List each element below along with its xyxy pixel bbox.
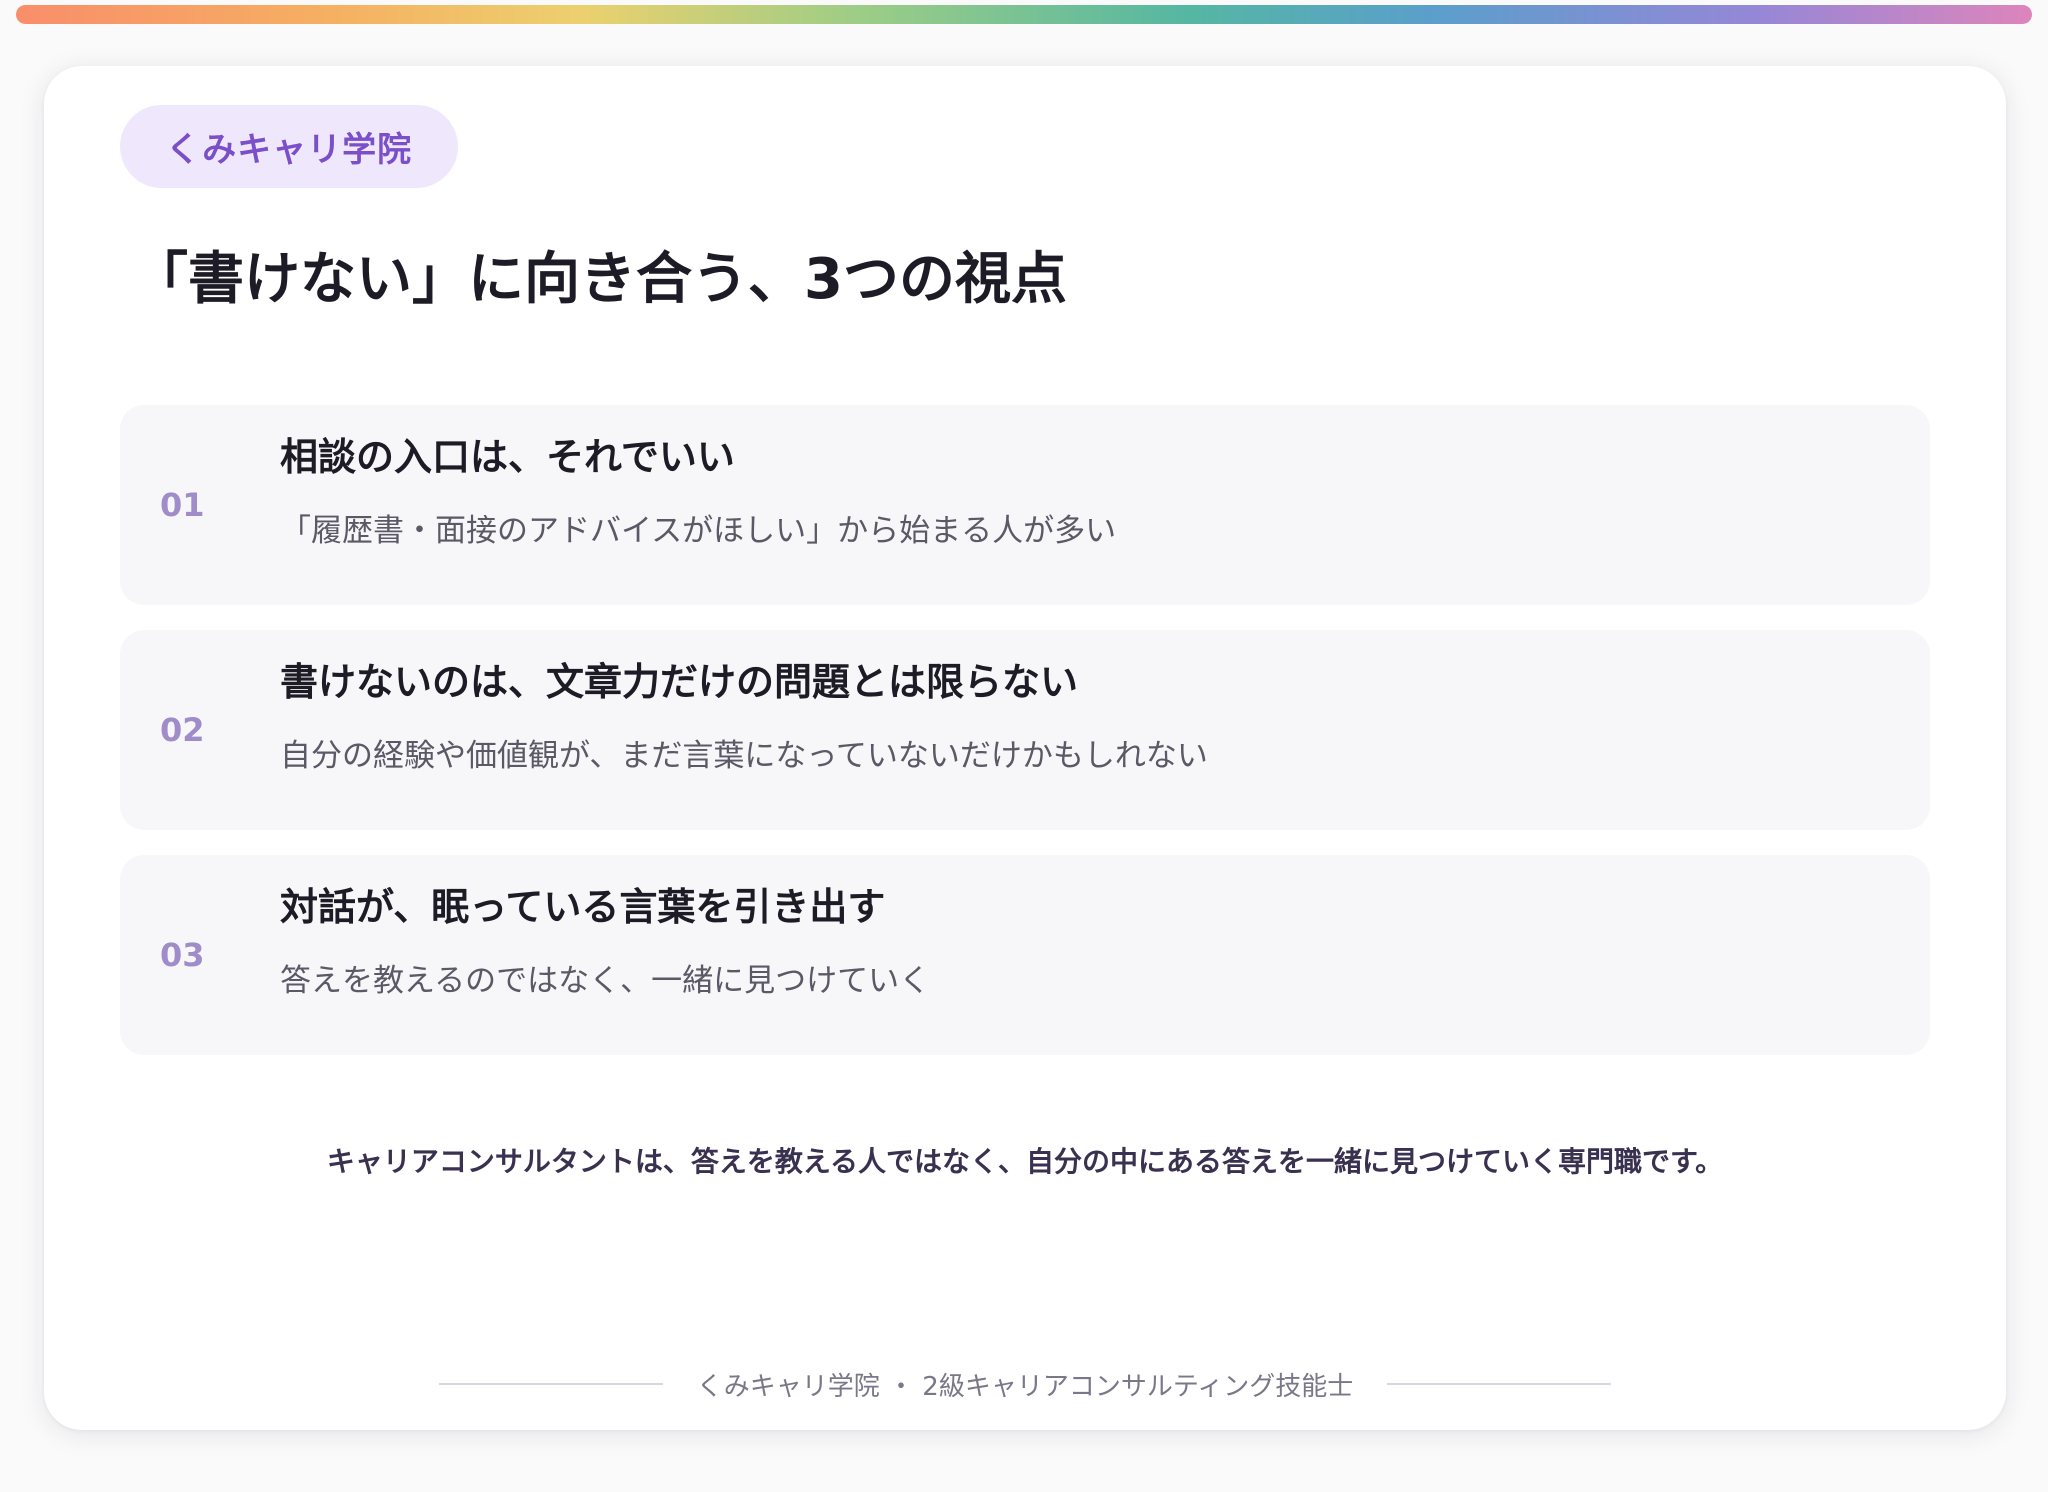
point-description: 答えを教えるのではなく、一緒に見つけていく xyxy=(280,963,931,999)
point-item: 02 書けないのは、文章力だけの問題とは限らない 自分の経験や価値観が、まだ言葉… xyxy=(120,630,1930,830)
slide-card: くみキャリ学院 「書けない」に向き合う、3つの視点 01 相談の入口は、それでい… xyxy=(44,66,2006,1430)
point-number: 02 xyxy=(160,711,205,749)
point-number: 01 xyxy=(160,486,205,524)
footer: くみキャリ学院 ・ 2級キャリアコンサルティング技能士 xyxy=(44,1359,2006,1409)
footer-divider-left xyxy=(438,1383,663,1385)
point-number: 03 xyxy=(160,936,205,974)
points-list: 01 相談の入口は、それでいい 「履歴書・面接のアドバイスがほしい」から始まる人… xyxy=(120,405,1930,1080)
point-description: 「履歴書・面接のアドバイスがほしい」から始まる人が多い xyxy=(280,513,1117,549)
point-heading: 対話が、眠っている言葉を引き出す xyxy=(280,885,886,929)
footer-credit: くみキャリ学院 ・ 2級キャリアコンサルティング技能士 xyxy=(696,1371,1354,1402)
point-item: 01 相談の入口は、それでいい 「履歴書・面接のアドバイスがほしい」から始まる人… xyxy=(120,405,1930,605)
point-heading: 書けないのは、文章力だけの問題とは限らない xyxy=(280,660,1079,704)
point-heading: 相談の入口は、それでいい xyxy=(280,435,735,479)
page-title: 「書けない」に向き合う、3つの視点 xyxy=(132,247,1067,312)
footer-divider-right xyxy=(1387,1383,1612,1385)
point-description: 自分の経験や価値観が、まだ言葉になっていないだけかもしれない xyxy=(280,738,1208,774)
school-badge: くみキャリ学院 xyxy=(120,105,458,188)
summary-text: キャリアコンサルタントは、答えを教える人ではなく、自分の中にある答えを一緒に見つ… xyxy=(326,1145,1724,1178)
point-item: 03 対話が、眠っている言葉を引き出す 答えを教えるのではなく、一緒に見つけてい… xyxy=(120,855,1930,1055)
gradient-top-bar xyxy=(16,5,2032,24)
